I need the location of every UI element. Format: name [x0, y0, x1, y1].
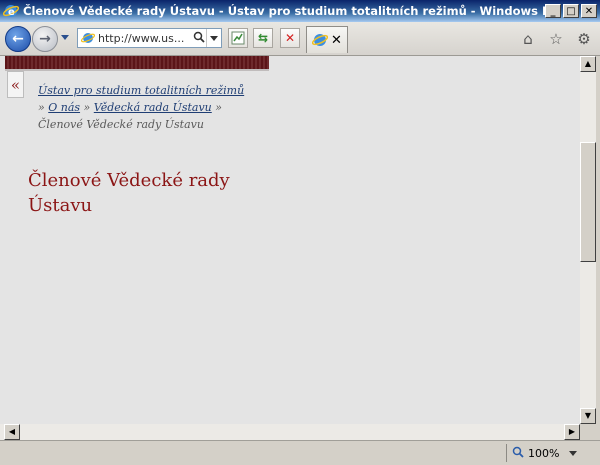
refresh-button[interactable]: ⇆	[253, 28, 273, 48]
zoom-magnifier-icon	[512, 446, 524, 461]
zoom-control[interactable]: 100%	[506, 444, 584, 462]
title-bar: e Členové Vědecké rady Ústavu - Ústav pr…	[0, 0, 600, 22]
page-icon	[81, 33, 95, 43]
navigation-bar: ← → http://www.us... ⇆ ✕ ✕ ⌂ ☆ ⚙	[0, 22, 600, 56]
breadcrumb-link-about[interactable]: O nás	[48, 101, 80, 114]
header-stripe	[5, 56, 269, 69]
home-icon[interactable]: ⌂	[520, 30, 536, 48]
refresh-icon: ⇆	[257, 31, 269, 45]
window-title: Členové Vědecké rady Ústavu - Ústav pro …	[23, 4, 545, 18]
svg-text:e: e	[8, 7, 15, 18]
stop-icon: ✕	[284, 31, 296, 45]
vertical-scroll-thumb[interactable]	[580, 142, 596, 262]
address-bar[interactable]: http://www.us...	[77, 28, 222, 48]
tab-close-icon[interactable]: ✕	[331, 33, 342, 48]
breadcrumb-separator: »	[80, 101, 94, 114]
breadcrumb-separator: »	[38, 101, 49, 114]
page-title: Členové Vědecké rady Ústavu	[28, 170, 230, 216]
arrow-left-icon: ←	[12, 31, 24, 47]
address-dropdown[interactable]	[206, 29, 221, 47]
breadcrumb-link-home[interactable]: Ústav pro studium totalitních režimů	[38, 84, 244, 97]
browser-tab[interactable]: ✕	[306, 26, 348, 53]
close-button[interactable]: ✕	[581, 4, 597, 18]
minimize-button[interactable]: _	[545, 4, 561, 18]
collapse-panel-button[interactable]: «	[7, 71, 24, 98]
window-controls: _ □ ✕	[545, 4, 597, 18]
breadcrumb-link-council[interactable]: Vědecká rada Ústavu	[94, 101, 212, 114]
search-icon[interactable]	[192, 31, 206, 46]
scroll-left-button[interactable]: ◀	[4, 424, 20, 440]
scroll-down-button[interactable]: ▼	[580, 408, 596, 424]
status-bar: 100%	[0, 440, 600, 465]
scroll-up-button[interactable]: ▲	[580, 56, 596, 72]
back-button[interactable]: ←	[5, 26, 31, 52]
favorites-star-icon[interactable]: ☆	[548, 30, 564, 48]
tools-gear-icon[interactable]: ⚙	[576, 30, 592, 48]
maximize-button[interactable]: □	[563, 4, 579, 18]
vertical-scrollbar[interactable]: ▲ ▼	[580, 56, 596, 424]
compatibility-icon	[231, 31, 245, 45]
horizontal-scrollbar[interactable]: ◀ ▶	[0, 424, 580, 440]
breadcrumb: Ústav pro studium totalitních režimů » O…	[38, 82, 254, 133]
browser-tools: ⌂ ☆ ⚙	[520, 30, 592, 48]
arrow-right-icon: →	[39, 31, 51, 47]
header-stripe-shadow	[5, 69, 269, 71]
scrollbar-corner	[580, 424, 596, 440]
address-url[interactable]: http://www.us...	[98, 32, 192, 45]
scroll-right-button[interactable]: ▶	[564, 424, 580, 440]
recent-pages-dropdown[interactable]	[61, 35, 69, 40]
zoom-dropdown-icon[interactable]	[569, 450, 578, 456]
zoom-level: 100%	[528, 446, 560, 460]
forward-button[interactable]: →	[32, 26, 58, 52]
compatibility-view-button[interactable]	[228, 28, 248, 48]
page-viewport: « Ústav pro studium totalitních režimů »…	[0, 56, 580, 424]
tab-page-icon	[312, 34, 329, 46]
stop-button[interactable]: ✕	[280, 28, 300, 48]
ie-logo-icon: e	[3, 5, 19, 18]
